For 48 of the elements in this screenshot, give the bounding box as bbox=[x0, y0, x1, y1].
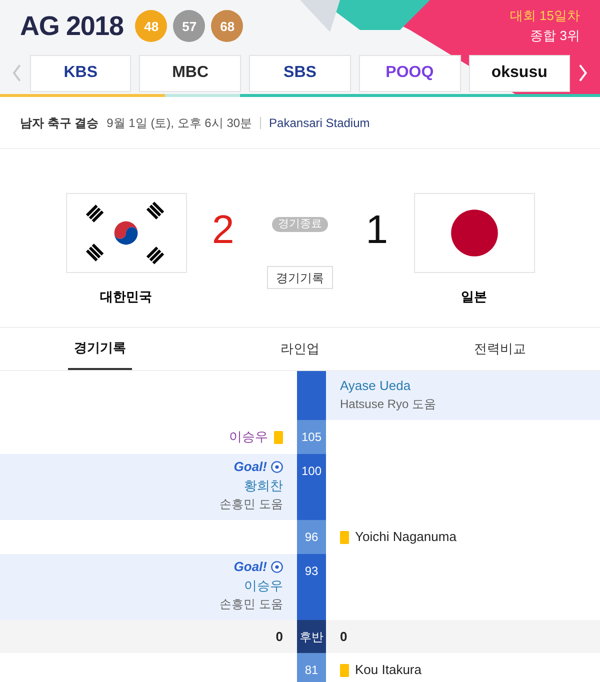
goal-label: Goal! bbox=[234, 458, 267, 476]
assist-text: 손흥민 도움 bbox=[220, 496, 283, 513]
venue-name: Pakansari Stadium bbox=[269, 114, 370, 132]
minute-cell: 81 bbox=[297, 653, 326, 682]
booking-card-icon bbox=[340, 664, 349, 676]
broadcaster-button[interactable]: oksusu bbox=[468, 54, 570, 92]
rank-label: 종합 3위 bbox=[530, 27, 580, 46]
team-name: 대한민국 bbox=[100, 288, 152, 306]
broadcaster-button[interactable]: SBS bbox=[249, 54, 351, 92]
tab[interactable]: 라인업 bbox=[274, 328, 326, 370]
minute-cell: 100 bbox=[297, 454, 326, 520]
soccer-ball-icon bbox=[271, 561, 283, 573]
match-record-button[interactable]: 경기기록 bbox=[267, 266, 333, 289]
assist-text: 손흥민 도움 bbox=[220, 596, 283, 613]
event-title: 남자 축구 결승 bbox=[20, 114, 99, 132]
player-name: Kou Itakura bbox=[355, 661, 422, 680]
broadcaster-button[interactable]: KBS bbox=[30, 54, 132, 92]
scorer-name: 이승우 bbox=[244, 577, 283, 595]
team-name: 일본 bbox=[461, 288, 487, 306]
assist-text: Hatsuse Ryo 도움 bbox=[340, 396, 436, 413]
broadcaster-button[interactable]: MBC bbox=[139, 54, 242, 92]
minute-cell bbox=[297, 371, 326, 420]
medal-count: 57 bbox=[173, 10, 206, 42]
period-score: 0 bbox=[276, 628, 283, 646]
period-score: 0 bbox=[340, 628, 348, 646]
medal-count: 48 bbox=[135, 10, 168, 42]
minute-cell: 후반 bbox=[297, 620, 326, 653]
home-score: 2 bbox=[212, 207, 236, 254]
match-datetime: 9월 1일 (토), 오후 6시 30분 bbox=[106, 114, 252, 132]
minute-cell: 96 bbox=[297, 520, 326, 554]
goal-label: Goal! bbox=[234, 558, 267, 576]
minute-cell: 93 bbox=[297, 554, 326, 620]
away-score: 1 bbox=[364, 207, 388, 254]
chevron-right-icon[interactable] bbox=[578, 64, 588, 82]
medal-count: 68 bbox=[211, 10, 244, 42]
booking-card-icon bbox=[274, 430, 283, 444]
scorer-name: 황희찬 bbox=[244, 477, 283, 495]
booking-card-icon bbox=[340, 530, 349, 544]
broadcaster-button[interactable]: POOQ bbox=[358, 54, 461, 92]
soccer-ball-icon bbox=[271, 461, 283, 473]
day-label: 대회 15일차 bbox=[510, 7, 580, 26]
player-name: Yoichi Naganuma bbox=[355, 528, 456, 546]
minute-cell: 105 bbox=[297, 420, 326, 454]
player-name: 이승우 bbox=[229, 428, 268, 446]
tab[interactable]: 전력비교 bbox=[468, 328, 532, 370]
status-badge: 경기종료 bbox=[272, 217, 328, 232]
app-logo: AG 2018 bbox=[20, 10, 124, 43]
scorer-name: Ayase Ueda bbox=[340, 377, 411, 395]
